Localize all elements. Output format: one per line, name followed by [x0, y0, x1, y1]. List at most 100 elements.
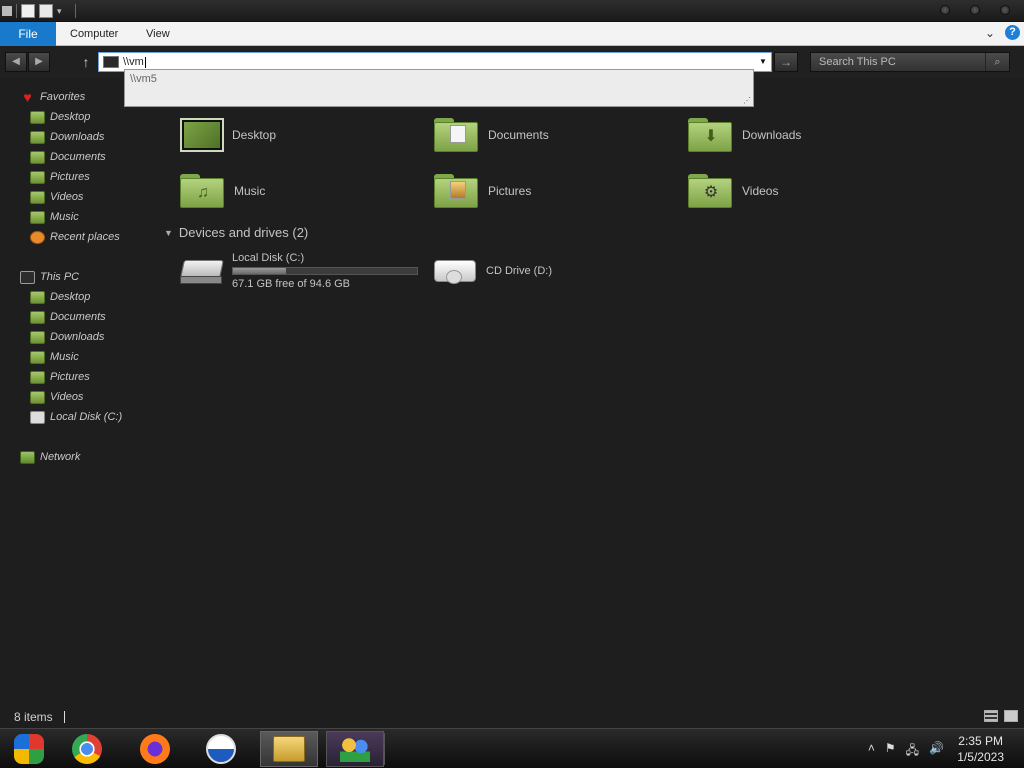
- address-history-dropdown-icon[interactable]: ▼: [755, 53, 771, 71]
- expand-ribbon-icon[interactable]: ⌄: [983, 26, 997, 40]
- desktop-folder-icon: [30, 110, 45, 124]
- users-network-icon: [340, 736, 370, 762]
- folder-music[interactable]: ♫ Music: [180, 171, 265, 211]
- folder-downloads[interactable]: ⬇ Downloads: [688, 115, 801, 155]
- this-pc-icon: [103, 56, 119, 68]
- firefox-icon: [140, 734, 170, 764]
- tab-file[interactable]: File: [0, 22, 56, 46]
- system-tray: ˄ ⚑ 🖧 🔊: [868, 741, 944, 762]
- customize-toolbar-icon[interactable]: ▾: [57, 4, 71, 18]
- title-bar: ▾: [0, 0, 1024, 22]
- forward-button[interactable]: ▶: [28, 52, 50, 72]
- taskbar-app[interactable]: [192, 731, 250, 767]
- collapse-chevron-icon[interactable]: ▼: [164, 228, 173, 238]
- network-status-icon[interactable]: 🖧: [906, 741, 919, 762]
- folder-documents[interactable]: Documents: [434, 115, 549, 155]
- app-icon: [206, 734, 236, 764]
- drive-local-disk[interactable]: Local Disk (C:) 67.1 GB free of 94.6 GB: [180, 252, 418, 290]
- documents-folder-icon: [434, 116, 480, 154]
- recent-places-icon: [30, 230, 45, 244]
- desktop-icon: [180, 118, 224, 152]
- file-explorer-window: ▾ File Computer View ⌄ ? ◀ ▶ ↑ \\vm ▼ → …: [0, 0, 1024, 768]
- pictures-folder-icon: [30, 370, 45, 384]
- drive-cd[interactable]: CD Drive (D:): [434, 256, 552, 286]
- sidebar-item-pictures[interactable]: Pictures: [30, 168, 90, 186]
- search-input[interactable]: Search This PC: [819, 53, 896, 71]
- sidebar-favorites[interactable]: ♥ Favorites: [20, 88, 85, 106]
- properties-icon[interactable]: [21, 4, 35, 18]
- window-menu-icon[interactable]: [2, 6, 12, 16]
- maximize-button[interactable]: [970, 5, 980, 15]
- search-icon[interactable]: ⌕: [985, 53, 1009, 71]
- sidebar-item-videos[interactable]: Videos: [30, 388, 83, 406]
- documents-folder-icon: [30, 150, 45, 164]
- go-button[interactable]: →: [774, 52, 798, 72]
- pictures-folder-icon: [434, 172, 480, 210]
- hard-drive-icon: [30, 410, 45, 424]
- content-pane: Desktop Documents ⬇ Downloads ♫ Music Pi…: [160, 84, 1024, 704]
- start-button[interactable]: [0, 731, 58, 767]
- devices-and-drives-header[interactable]: ▼ Devices and drives (2): [164, 225, 308, 240]
- new-folder-icon[interactable]: [39, 4, 53, 18]
- help-icon[interactable]: ?: [1005, 25, 1020, 40]
- hard-drive-icon: [180, 256, 224, 286]
- taskbar-chrome[interactable]: [58, 731, 116, 767]
- taskbar-file-explorer[interactable]: [260, 731, 318, 767]
- sidebar-item-local-disk[interactable]: Local Disk (C:): [30, 408, 122, 426]
- ribbon-controls: ⌄ ?: [983, 25, 1020, 40]
- quick-access-toolbar: ▾: [2, 3, 76, 19]
- chrome-icon: [72, 734, 102, 764]
- close-button[interactable]: [1000, 5, 1010, 15]
- status-divider: [64, 711, 65, 723]
- clock-date: 1/5/2023: [957, 750, 1004, 764]
- videos-folder-icon: [30, 190, 45, 204]
- folder-pictures[interactable]: Pictures: [434, 171, 531, 211]
- show-hidden-icons-icon[interactable]: ˄: [868, 741, 875, 762]
- windows-logo-icon: [14, 734, 44, 764]
- folder-videos[interactable]: ⚙ Videos: [688, 171, 778, 211]
- status-bar: 8 items: [0, 706, 1024, 728]
- volume-icon[interactable]: 🔊: [929, 741, 944, 762]
- sidebar-item-downloads[interactable]: Downloads: [30, 328, 104, 346]
- music-folder-icon: [30, 350, 45, 364]
- sidebar-item-pictures[interactable]: Pictures: [30, 368, 90, 386]
- sidebar-this-pc[interactable]: This PC: [20, 268, 79, 286]
- sidebar-item-videos[interactable]: Videos: [30, 188, 83, 206]
- item-count: 8 items: [14, 710, 53, 724]
- sidebar-item-downloads[interactable]: Downloads: [30, 128, 104, 146]
- up-button[interactable]: ↑: [78, 52, 94, 72]
- sidebar-network[interactable]: Network: [20, 448, 80, 466]
- tab-view[interactable]: View: [146, 22, 170, 46]
- ribbon: File Computer View ⌄ ?: [0, 22, 1024, 46]
- music-folder-icon: ♫: [180, 172, 226, 210]
- clock-time: 2:35 PM: [958, 734, 1003, 748]
- sidebar-item-documents[interactable]: Documents: [30, 148, 106, 166]
- large-icons-view-icon[interactable]: [1004, 710, 1018, 722]
- music-folder-icon: [30, 210, 45, 224]
- taskbar-firefox[interactable]: [126, 731, 184, 767]
- back-button[interactable]: ◀: [5, 52, 27, 72]
- details-view-icon[interactable]: [984, 710, 998, 722]
- sidebar-item-music[interactable]: Music: [30, 208, 79, 226]
- sidebar-item-documents[interactable]: Documents: [30, 308, 106, 326]
- clock[interactable]: 2:35 PM 1/5/2023: [957, 733, 1004, 765]
- minimize-button[interactable]: [940, 5, 950, 15]
- search-box[interactable]: Search This PC ⌕: [810, 52, 1010, 72]
- downloads-folder-icon: ⬇: [688, 116, 734, 154]
- cd-drive-icon: [434, 256, 478, 286]
- folder-desktop[interactable]: Desktop: [180, 115, 276, 155]
- action-center-flag-icon[interactable]: ⚑: [885, 741, 896, 762]
- toolbar-divider: [75, 4, 76, 18]
- downloads-folder-icon: [30, 130, 45, 144]
- sidebar-item-desktop[interactable]: Desktop: [30, 288, 90, 306]
- pictures-folder-icon: [30, 170, 45, 184]
- sidebar-item-recent-places[interactable]: Recent places: [30, 228, 120, 246]
- taskbar-network-app[interactable]: [326, 731, 384, 767]
- sidebar-item-music[interactable]: Music: [30, 348, 79, 366]
- videos-folder-icon: [30, 390, 45, 404]
- tab-computer[interactable]: Computer: [70, 22, 118, 46]
- sidebar-item-desktop[interactable]: Desktop: [30, 108, 90, 126]
- taskbar-divider: [384, 733, 385, 765]
- videos-folder-icon: ⚙: [688, 172, 734, 210]
- documents-folder-icon: [30, 310, 45, 324]
